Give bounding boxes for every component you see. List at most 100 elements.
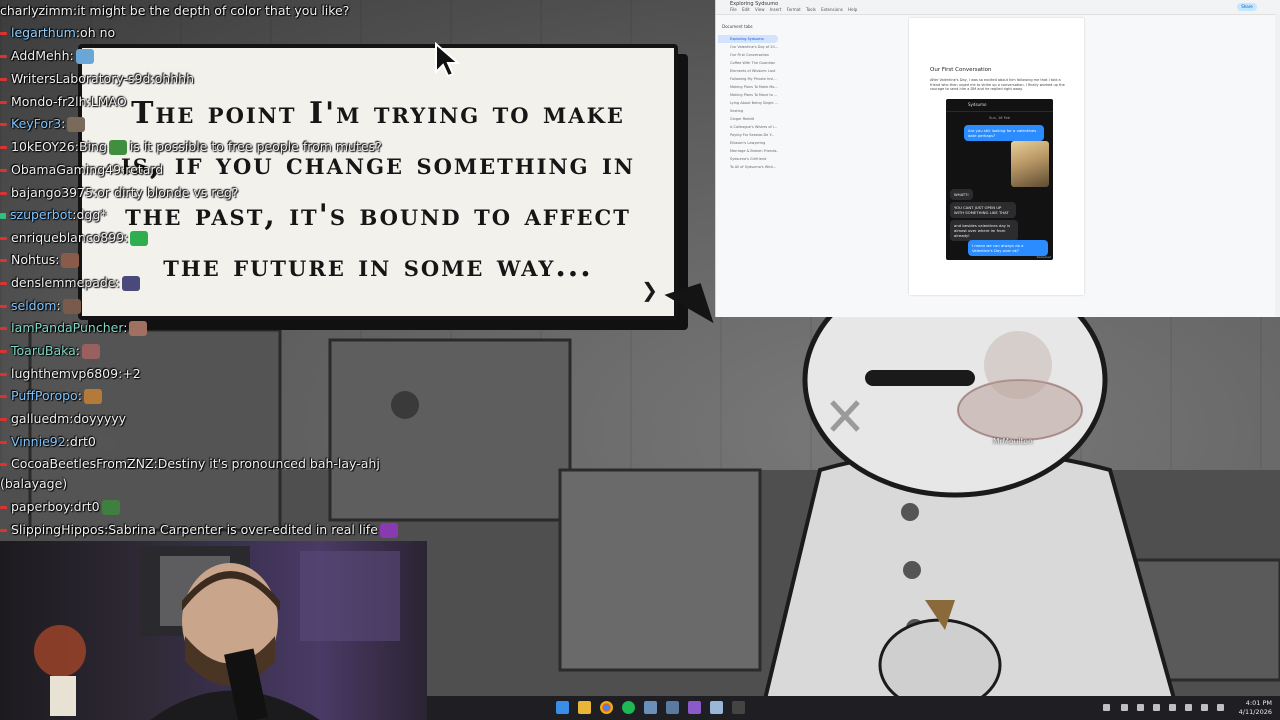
outline-item[interactable]: A Colleague's Wishes of I... [718, 123, 778, 131]
menu-help[interactable]: Help [848, 7, 857, 12]
tray-icon[interactable] [1153, 704, 1160, 711]
app-icon[interactable] [710, 701, 723, 714]
chat-username[interactable]: CocoaBeetlesFromZNZ [11, 456, 154, 471]
menu-file[interactable]: File [730, 7, 737, 12]
chat-emote-icon [129, 321, 148, 336]
chat-username[interactable]: szuperbot [10, 207, 72, 222]
menu-extensions[interactable]: Extensions [821, 7, 843, 12]
tray-icon[interactable] [1169, 704, 1176, 711]
chat-username[interactable]: AddMehh [11, 48, 70, 63]
chrome-icon[interactable] [600, 701, 613, 714]
steam-icon[interactable] [644, 701, 657, 714]
chat-message: paperboy:drt0 [0, 499, 120, 515]
tray-icon[interactable] [1137, 704, 1144, 711]
outline-item[interactable]: Coffee With The Guardian [718, 59, 778, 67]
outline-item[interactable]: Marriage & Broken Friends... [718, 147, 778, 155]
chat-text: oh no [80, 25, 116, 40]
next-dialogue-icon[interactable]: ❯ [641, 278, 658, 302]
chat-badge-icon [0, 529, 7, 532]
menu-format[interactable]: Format [787, 7, 801, 12]
chat-badge-icon [0, 101, 7, 104]
outline-item[interactable]: Our Valentine's Day of 20... [718, 43, 778, 51]
message-incoming: WHAT?! [950, 189, 973, 200]
chat-message: ObamaGaming49:retard [0, 162, 163, 178]
chat-badge-icon [0, 463, 7, 466]
outline-item[interactable]: Making Plans To Make Mo... [718, 83, 778, 91]
outline-item[interactable]: Sexting [718, 107, 778, 115]
chat-username[interactable]: 10kEOY26 [11, 139, 75, 154]
chat-message: KeyFor3: [0, 116, 86, 132]
chat-emote-icon [67, 117, 86, 132]
chat-username[interactable]: seldom [11, 298, 56, 313]
chat-username[interactable]: ObamaGaming49 [11, 162, 121, 177]
wifi-icon[interactable] [1201, 704, 1208, 711]
outline-item[interactable]: Following My Private Invi... [718, 75, 778, 83]
chat-username[interactable]: Mondo-fr2lh [11, 94, 87, 109]
chat-username[interactable]: denslemmepade [11, 275, 116, 290]
chat-username[interactable]: PuffPoropo [11, 388, 78, 403]
chat-separator: : [123, 320, 128, 335]
chat-username[interactable]: SlippingHippos [11, 522, 104, 537]
outline-item[interactable]: Exploring Sydsumo [718, 35, 778, 43]
chat-username[interactable]: Vinnie92 [11, 434, 66, 449]
chat-message: PuffPoropo: [0, 388, 102, 404]
doc-page[interactable]: Our First Conversation After Valentine's… [909, 18, 1084, 295]
chat-username[interactable]: charlyzimm [0, 3, 73, 18]
outline-item[interactable]: Elliasen's Lawyering [718, 139, 778, 147]
chat-emote-icon [130, 231, 149, 246]
outline-item[interactable]: Sydsumo's Girlfriend [718, 155, 778, 163]
tray-icon[interactable] [1121, 704, 1128, 711]
app-icon[interactable] [732, 701, 745, 714]
chat-text: is it possible to free people from mutes… [129, 139, 382, 154]
taskbar: 4:01 PM 4/11/2026 [427, 696, 1280, 720]
chat-username[interactable]: bajango3975 [11, 185, 93, 200]
menu-insert[interactable]: Insert [770, 7, 781, 12]
start-icon[interactable] [556, 701, 569, 714]
chat-message: Nohtus: [0, 252, 80, 268]
menu-edit[interactable]: Edit [742, 7, 750, 12]
chat-badge-icon [0, 259, 7, 262]
chat-username[interactable]: IamPandaPuncher [11, 320, 123, 335]
chat-username[interactable]: KeyFor3 [11, 116, 61, 131]
doc-scrollbar[interactable] [1275, 14, 1280, 317]
system-clock[interactable]: 4:01 PM 4/11/2026 [1239, 699, 1272, 717]
chat-username[interactable]: enriqueblanco899 [11, 230, 124, 245]
chat-username[interactable]: lughthemvp6809 [11, 366, 118, 381]
outline-item[interactable]: Ginger Reddit [718, 115, 778, 123]
chat-separator: : [115, 275, 120, 290]
chat-username[interactable]: Nohtus [11, 252, 55, 267]
chat-emote-icon [108, 140, 127, 155]
clock-date: 4/11/2026 [1238, 708, 1272, 716]
file-explorer-icon[interactable] [578, 701, 591, 714]
outline-item[interactable]: Our First Conversation [718, 51, 778, 59]
app-icon[interactable] [688, 701, 701, 714]
chat-username[interactable]: legarthum [11, 25, 76, 40]
chat-message: legarthum:oh no [0, 25, 115, 41]
tray-icon[interactable] [1103, 704, 1110, 711]
chat-badge-icon [0, 192, 7, 195]
chat-text: dgg* [76, 207, 107, 222]
spotify-icon[interactable] [622, 701, 635, 714]
chat-badge-icon [0, 350, 7, 353]
menu-view[interactable]: View [755, 7, 765, 12]
tray-icon[interactable] [1185, 704, 1192, 711]
chat-text: doyyyyy [73, 411, 127, 426]
outline-item[interactable]: Making Plans To Move to ... [718, 91, 778, 99]
outline-item[interactable]: Elements of Wisdom: Lost [718, 67, 778, 75]
chat-username[interactable]: galluedm [11, 411, 69, 426]
chat-username[interactable]: WritersLaboratory-s9d [11, 71, 150, 86]
share-button[interactable]: Share [1237, 3, 1257, 11]
app-icon[interactable] [666, 701, 679, 714]
chat-badge-icon [0, 169, 7, 172]
outline-item[interactable]: To All of Sydsumo's Wick... [718, 163, 778, 171]
volume-icon[interactable] [1217, 704, 1224, 711]
menu-tools[interactable]: Tools [806, 7, 816, 12]
chat-username[interactable]: ToaruBaka [11, 343, 76, 358]
message-outgoing: Are you still looking for a valentines d… [964, 125, 1044, 141]
outline-item[interactable]: Lying About Being Single ... [718, 99, 778, 107]
outline-item[interactable]: Paying For Sexstar-De Y... [718, 131, 778, 139]
photo-image [1011, 141, 1049, 187]
document-window[interactable]: Exploring Sydsumo File Edit View Insert … [715, 0, 1280, 317]
chat-badge-icon [0, 373, 7, 376]
chat-username[interactable]: paperboy [11, 499, 69, 514]
